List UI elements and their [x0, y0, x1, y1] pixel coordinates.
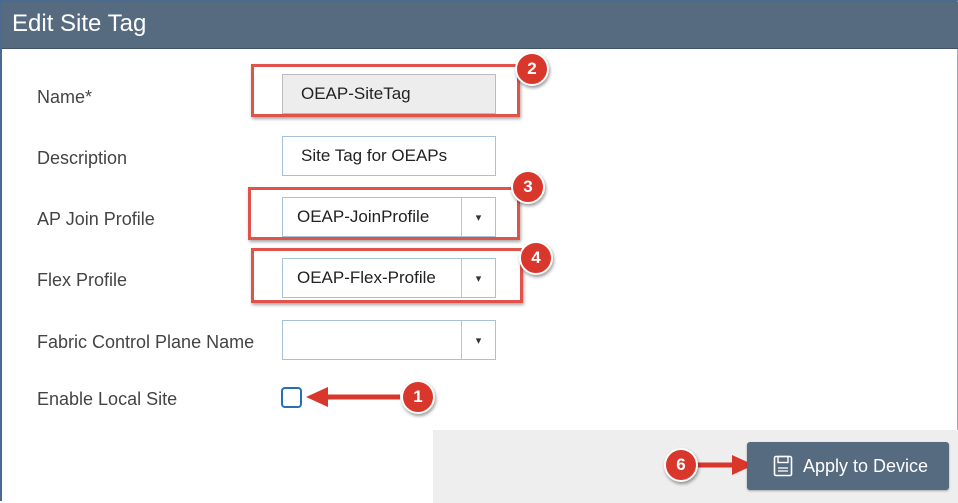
- chevron-down-icon[interactable]: ▾: [461, 321, 495, 359]
- name-label: Name*: [37, 87, 93, 107]
- flex-profile-label: Flex Profile: [37, 270, 128, 290]
- save-icon: [773, 455, 793, 477]
- fabric-control-plane-label: Fabric Control Plane Name: [37, 332, 255, 352]
- annotation-arrow-1: [306, 387, 400, 407]
- apply-to-device-button[interactable]: Apply to Device: [747, 442, 949, 490]
- description-label: Description: [37, 148, 128, 168]
- enable-local-site-label: Enable Local Site: [37, 389, 178, 409]
- enable-local-site-checkbox[interactable]: [281, 387, 302, 408]
- highlight-box-3: [248, 187, 520, 240]
- apply-to-device-label: Apply to Device: [803, 455, 929, 476]
- description-field[interactable]: Site Tag for OEAPs: [282, 136, 496, 176]
- highlight-box-2: [251, 64, 520, 117]
- ap-join-profile-label: AP Join Profile: [37, 209, 155, 229]
- description-value: Site Tag for OEAPs: [301, 146, 448, 165]
- annotation-badge-1: 1: [401, 380, 435, 414]
- fabric-control-plane-select[interactable]: ▾: [282, 320, 496, 360]
- annotation-badge-3: 3: [511, 170, 545, 204]
- edit-site-tag-dialog: Edit Site Tag Name* OEAP-SiteTag Descrip…: [0, 0, 958, 503]
- highlight-box-4: [251, 248, 523, 303]
- dialog-titlebar: Edit Site Tag: [2, 2, 958, 49]
- annotation-badge-4: 4: [519, 241, 553, 275]
- dialog-title: Edit Site Tag: [12, 10, 147, 37]
- annotation-badge-2: 2: [515, 52, 549, 86]
- annotation-badge-6: 6: [664, 448, 698, 482]
